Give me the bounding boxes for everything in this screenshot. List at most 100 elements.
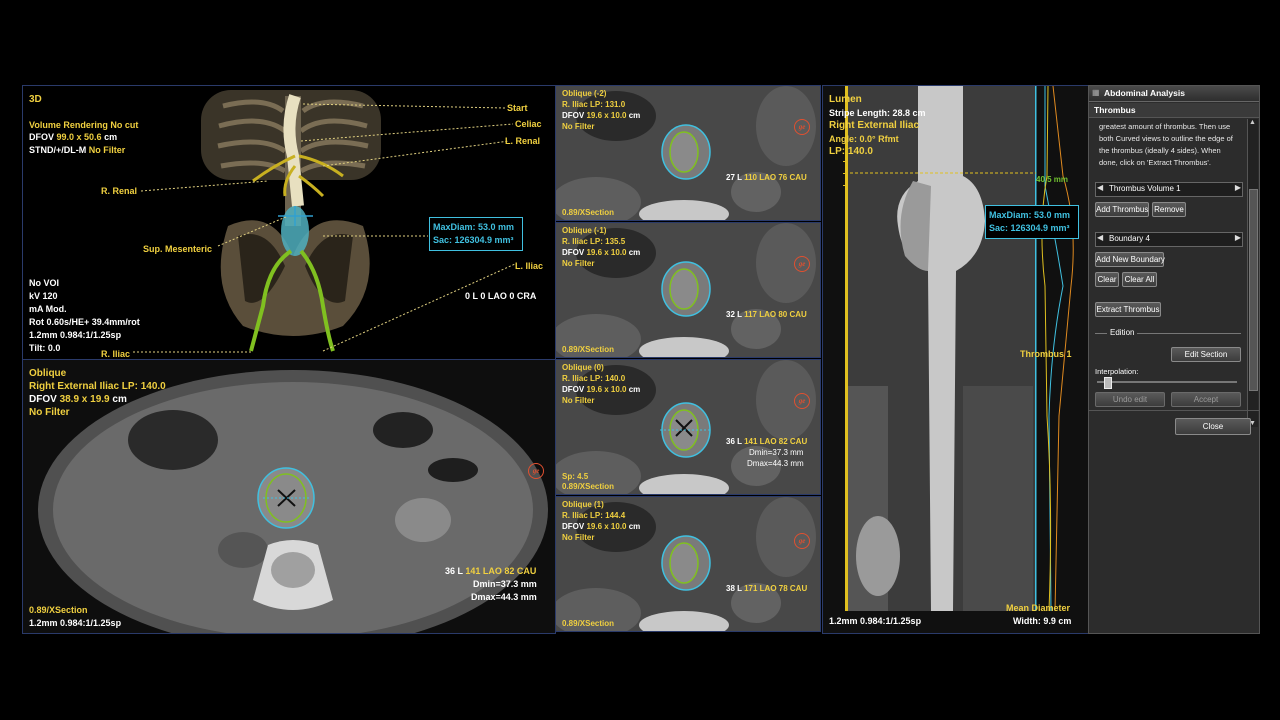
scan-info-0: No VOI [29,278,60,288]
instructions-line-2: the thrombus (ideally 4 sides). When [1099,146,1221,155]
sac-lumen: Sac: 126304.9 mm³ [989,223,1070,233]
oblique-title: Oblique (-1) [562,226,607,235]
oblique-orientation: 32 L 117 LAO 80 CAU [726,310,807,319]
label-celiac: Celiac [515,119,542,129]
next-arrow-icon[interactable]: ▶ [1235,183,1241,192]
label-l-iliac: L. Iliac [515,261,544,271]
oblique-dfov: DFOV 19.6 x 10.0 cm [562,111,641,120]
sac-3d: Sac: 126304.9 mm³ [433,235,514,245]
clear-button[interactable]: Clear [1095,272,1119,287]
thrombus-volume-select[interactable]: ◀ Thrombus Volume 1 ▶ [1095,182,1243,197]
oblique-title: Oblique (1) [562,500,604,509]
oblique-lp: R. Iliac LP: 144.4 [562,511,626,520]
oblique-title: Oblique (-2) [562,89,607,98]
axial-bottom-info: 1.2mm 0.984:1/1.25sp [29,618,122,628]
orientation-3d: 0 L 0 LAO 0 CRA [465,291,537,301]
scrollbar[interactable]: ▲ ▼ [1247,119,1258,427]
axial-orientation: 36 L 141 LAO 82 CAU [445,566,537,576]
oblique-dmax: Dmax=44.3 mm [747,459,804,468]
axial-dmin: Dmin=37.3 mm [473,579,537,589]
interpolation-slider[interactable] [1097,377,1237,389]
next-arrow-icon[interactable]: ▶ [1235,233,1241,242]
viewport-axial-oblique[interactable]: ge Oblique Right External Iliac LP: 140.… [22,359,556,634]
viewport-3d-label: 3D [29,94,42,105]
axial-dfov: DFOV 38.9 x 19.9 cm [29,394,127,405]
lumen-lp: LP: 140.0 [829,146,873,157]
boundary-select[interactable]: ◀ Boundary 4 ▶ [1095,232,1243,247]
oblique-title: Oblique (0) [562,363,604,372]
ge-logo: ge [528,463,544,479]
ge-logo: ge [794,533,810,549]
close-button[interactable]: Close [1175,418,1251,435]
oblique-dfov: DFOV 19.6 x 10.0 cm [562,385,641,394]
section-title: Thrombus [1094,105,1136,115]
measurement-box-lumen: MaxDiam: 53.0 mm Sac: 126304.9 mm³ [985,205,1079,239]
oblique-lp: R. Iliac LP: 140.0 [562,374,626,383]
oblique-filter: No Filter [562,396,595,405]
filter-3d: STND/+/DL-M No Filter [29,145,126,155]
measurement-box-3d: MaxDiam: 53.0 mm Sac: 126304.9 mm³ [429,217,523,251]
boundary-value: Boundary 4 [1109,234,1150,243]
scan-info-4: 1.2mm 0.984:1/1.25sp [29,330,122,340]
dfov-3d: DFOV 99.0 x 50.6 cm [29,132,118,142]
render-mode: Volume Rendering No cut [29,120,139,130]
scan-info-5: Tilt: 0.0 [29,343,61,353]
label-r-renal: R. Renal [101,186,138,196]
lumen-bottom-info: 1.2mm 0.984:1/1.25sp [829,616,922,626]
oblique-xsection: 0.89/XSection [562,619,615,628]
oblique-filter: No Filter [562,259,595,268]
viewport-oblique-0[interactable]: Oblique (-2) R. Iliac LP: 131.0 DFOV 19.6 … [555,85,821,221]
thrombus-volume-value: Thrombus Volume 1 [1109,184,1181,193]
add-thrombus-button[interactable]: Add Thrombus [1095,202,1149,217]
label-l-renal: L. Renal [505,136,541,146]
scan-info-3: Rot 0.60s/HE+ 39.4mm/rot [29,317,140,327]
oblique-stack: Oblique (-2) R. Iliac LP: 131.0 DFOV 19.6 … [555,85,821,632]
maxdiam-3d: MaxDiam: 53.0 mm [433,222,515,232]
oblique-orientation: 38 L 171 LAO 78 CAU [726,584,808,593]
viewport-oblique-2[interactable]: Oblique (0) R. Iliac LP: 140.0 DFOV 19.6 x… [555,359,821,495]
thrombus-section-header: Thrombus [1089,103,1259,118]
ge-logo: ge [794,119,810,135]
lumen-mean-diameter: Mean Diameter [1006,603,1071,613]
ge-logo: ge [794,256,810,272]
oblique-dfov: DFOV 19.6 x 10.0 cm [562,522,641,531]
prev-arrow-icon[interactable]: ◀ [1097,233,1103,242]
lumen-title: Lumen [829,94,862,105]
oblique-filter: No Filter [562,533,595,542]
label-start: Start [507,103,528,113]
extract-thrombus-button[interactable]: Extract Thrombus [1095,302,1161,317]
scroll-thumb[interactable] [1249,189,1258,391]
accept-button[interactable]: Accept [1171,392,1241,407]
grip-icon: ▦ [1092,88,1100,97]
oblique-lp: R. Iliac LP: 131.0 [562,100,626,109]
remove-button[interactable]: Remove [1152,202,1186,217]
interpolation-slider-thumb[interactable] [1103,377,1112,389]
undo-edit-button[interactable]: Undo edit [1095,392,1165,407]
clear-all-button[interactable]: Clear All [1122,272,1157,287]
add-new-boundary-button[interactable]: Add New Boundary [1095,252,1165,267]
scroll-up-icon[interactable]: ▲ [1249,119,1256,126]
edit-section-button[interactable]: Edit Section [1171,347,1241,362]
axial-title: Oblique [29,368,67,379]
panel-title-bar[interactable]: ▦ Abdominal Analysis [1089,86,1259,102]
prev-arrow-icon[interactable]: ◀ [1097,183,1103,192]
panel-title: Abdominal Analysis [1104,88,1185,98]
axial-filter: No Filter [29,407,70,418]
edition-label: Edition [1107,327,1138,340]
oblique-lp: R. Iliac LP: 135.5 [562,237,626,246]
viewport-3d[interactable]: 3D Volume Rendering No cut DFOV 99.0 x 5… [22,85,556,360]
scan-info-1: kV 120 [29,291,58,301]
instructions-line-3: done, click on 'Extract Thrombus'. [1099,158,1211,167]
oblique-orientation: 27 L 110 LAO 76 CAU [726,173,807,182]
oblique-dfov: DFOV 19.6 x 10.0 cm [562,248,641,257]
oblique-dmin: Dmin=37.3 mm [749,448,804,457]
viewport-oblique-3[interactable]: Oblique (1) R. Iliac LP: 144.4 DFOV 19.6 x… [555,496,821,632]
viewport-oblique-1[interactable]: Oblique (-1) R. Iliac LP: 135.5 DFOV 19.6 … [555,222,821,358]
lumen-width: Width: 9.9 cm [1013,616,1072,626]
maxdiam-lumen: MaxDiam: 53.0 mm [989,210,1071,220]
panel-footer-divider [1089,410,1259,411]
label-sup-mesenteric: Sup. Mesenteric [143,244,213,254]
viewport-lumen[interactable]: Lumen Stripe Length: 28.8 cm Right Exter… [822,85,1089,634]
scan-info-2: mA Mod. [29,304,67,314]
lumen-measure: 40.5 mm [1036,175,1069,184]
